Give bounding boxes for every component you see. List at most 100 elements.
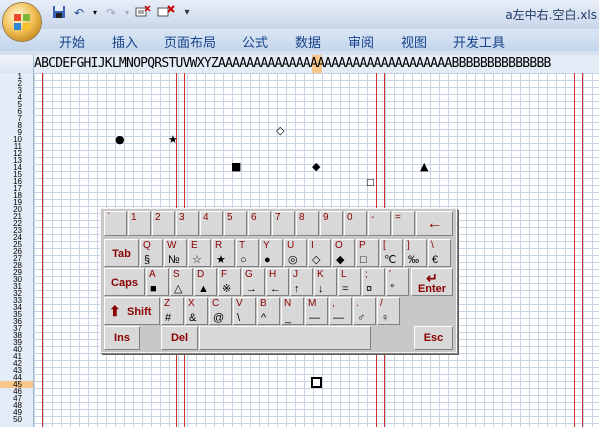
key[interactable]: B ^ [257, 297, 280, 325]
key-main-char: Q [143, 240, 151, 251]
select-all-corner[interactable] [0, 55, 34, 73]
cell-symbol-black-star[interactable]: ★ [168, 134, 178, 145]
key[interactable]: 8 [296, 211, 319, 236]
key[interactable]: J ↑ [290, 268, 313, 296]
key[interactable]: U ◎ [284, 239, 307, 267]
key[interactable]: ' ° [386, 268, 409, 296]
column-header[interactable]: ABCDEFGHIJKLMNOPQRSTUVWXYZAAAAAAAAAAAAAA… [0, 55, 599, 74]
shift-key[interactable]: ⬆ Shift [104, 297, 160, 325]
key-symbol-char: ♀ [381, 312, 390, 324]
key[interactable]: . ♂ [353, 297, 376, 325]
tab-key[interactable]: Tab [104, 239, 139, 267]
key[interactable]: 2 [152, 211, 175, 236]
tab-developer[interactable]: 开发工具 [453, 32, 505, 51]
key[interactable]: M — [305, 297, 328, 325]
key-label: Esc [423, 332, 444, 344]
row-number[interactable]: 50 [0, 416, 22, 424]
customize-toolbar-icon[interactable]: ▾ [179, 5, 195, 21]
key[interactable]: X & [185, 297, 208, 325]
key[interactable]: C @ [209, 297, 232, 325]
key[interactable]: Y ● [260, 239, 283, 267]
tab-page-layout[interactable]: 页面布局 [164, 32, 216, 51]
cell-symbol-diamond-outline[interactable]: ◇ [276, 125, 284, 136]
key[interactable]: O ◆ [332, 239, 355, 267]
macro-stop-icon[interactable] [157, 5, 175, 21]
key[interactable]: ` [104, 211, 127, 236]
backspace-key[interactable]: ← [416, 211, 453, 236]
key[interactable]: E ☆ [188, 239, 211, 267]
cell-symbol-filled-circle[interactable]: ● [115, 134, 125, 145]
enter-key[interactable]: ↵ Enter [411, 268, 453, 296]
key[interactable]: G → [242, 268, 265, 296]
office-button[interactable] [3, 3, 41, 41]
key[interactable]: 5 [224, 211, 247, 236]
key[interactable]: ; ¤ [362, 268, 385, 296]
key[interactable]: A ■ [146, 268, 169, 296]
key[interactable]: N _ [281, 297, 304, 325]
key-main-char: W [167, 240, 177, 251]
key[interactable]: I ◇ [308, 239, 331, 267]
undo-icon[interactable]: ↶ [71, 5, 87, 21]
save-icon[interactable] [51, 5, 67, 21]
redo-icon[interactable]: ↷ [103, 5, 119, 21]
key-label: ← [426, 215, 443, 232]
key-label: Enter [417, 283, 447, 295]
redo-dropdown-icon[interactable]: ▾ [119, 5, 135, 21]
cell-symbol-small-square[interactable]: □ [366, 178, 375, 189]
tab-formulas[interactable]: 公式 [242, 32, 268, 51]
key[interactable]: [℃ [380, 239, 403, 267]
key[interactable]: 3 [176, 211, 199, 236]
key[interactable]: \ € [428, 239, 451, 267]
key[interactable]: 1 [128, 211, 151, 236]
key[interactable]: Q § [140, 239, 163, 267]
key[interactable]: = [392, 211, 415, 236]
key[interactable]: H ← [266, 268, 289, 296]
key-symbol-char: ■ [150, 283, 157, 295]
macro-record-icon[interactable] [135, 5, 151, 21]
space-key[interactable] [199, 326, 371, 350]
key[interactable]: 9 [320, 211, 343, 236]
key[interactable]: V \ [233, 297, 256, 325]
key-symbol-char: ◎ [288, 254, 298, 266]
key[interactable]: / ♀ [377, 297, 400, 325]
key[interactable]: 6 [248, 211, 271, 236]
key[interactable]: W № [164, 239, 187, 267]
key[interactable]: K ↓ [314, 268, 337, 296]
delete-key[interactable]: Del [161, 326, 198, 350]
key-symbol-char: □ [360, 254, 367, 266]
insert-key[interactable]: Ins [104, 326, 140, 350]
key[interactable]: L = [338, 268, 361, 296]
tab-insert[interactable]: 插入 [112, 32, 138, 51]
caps-lock-key[interactable]: Caps [104, 268, 145, 296]
key[interactable]: P □ [356, 239, 379, 267]
tab-home[interactable]: 开始 [59, 32, 85, 51]
key-main-char: Y [263, 240, 270, 251]
cell-symbol-filled-triangle[interactable]: ▲ [420, 161, 428, 172]
key[interactable]: 7 [272, 211, 295, 236]
key[interactable]: - [368, 211, 391, 236]
key[interactable]: D ▲ [194, 268, 217, 296]
key-symbol-char: § [144, 254, 151, 266]
key[interactable]: S △ [170, 268, 193, 296]
row-header[interactable]: 1 2 3 4 5 6 7 8 9 10 11 12 13 14 15 16 17 18 19 20 21 22 23 24 2… [0, 73, 34, 427]
escape-key[interactable]: Esc [414, 326, 453, 350]
key-main-char: [ [383, 240, 386, 251]
undo-dropdown-icon[interactable]: ▾ [87, 5, 103, 21]
cell-symbol-filled-diamond[interactable]: ◆ [312, 161, 320, 172]
key[interactable]: , — [329, 297, 352, 325]
key[interactable]: 0 [344, 211, 367, 236]
key[interactable]: ] ‰ [404, 239, 427, 267]
key[interactable]: Z # [161, 297, 184, 325]
tab-view[interactable]: 视图 [401, 32, 427, 51]
cell-symbol-filled-square[interactable]: ■ [231, 161, 241, 172]
active-cell-cursor[interactable] [311, 377, 322, 388]
key[interactable]: F ※ [218, 268, 241, 296]
key-main-char: M [308, 298, 317, 309]
tab-data[interactable]: 数据 [295, 32, 321, 51]
key[interactable]: T ○ [236, 239, 259, 267]
tab-review[interactable]: 审阅 [348, 32, 374, 51]
key[interactable]: 4 [200, 211, 223, 236]
key[interactable]: R ★ [212, 239, 235, 267]
key-main-char: A [149, 269, 156, 280]
key-symbol-char: ○ [240, 254, 247, 266]
